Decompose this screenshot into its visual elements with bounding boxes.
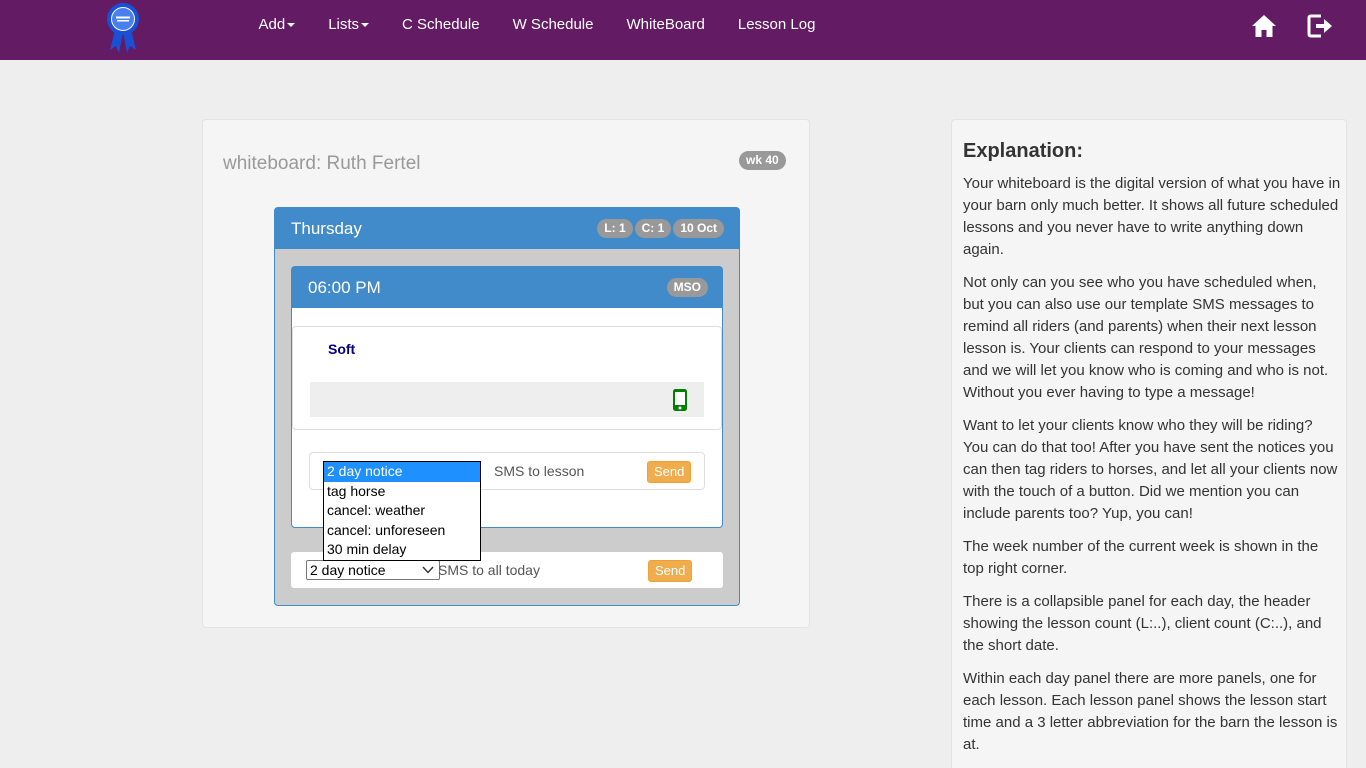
barn-badge: MSO xyxy=(666,278,708,297)
send-all-today-sms-button[interactable]: Send xyxy=(648,560,693,582)
dropdown-option-tag-horse[interactable]: tag horse xyxy=(324,482,480,502)
nav-lists[interactable]: Lists xyxy=(312,0,386,50)
explanation-paragraph: Want to let your clients know who they w… xyxy=(963,417,1338,522)
chevron-down-icon xyxy=(422,566,434,574)
date-badge: 10 Oct xyxy=(673,219,724,238)
explanation-paragraph: Your whiteboard is the digital version o… xyxy=(963,175,1341,258)
rider-status-row xyxy=(310,382,704,417)
nav-add[interactable]: Add xyxy=(242,0,312,50)
rider-box: Soft xyxy=(292,326,722,430)
home-icon[interactable] xyxy=(1251,13,1277,39)
day-panel-header[interactable]: Thursday L: 1 C: 1 10 Oct xyxy=(275,208,739,249)
explanation-panel: Explanation: Your whiteboard is the digi… xyxy=(951,119,1347,768)
ribbon-logo-icon[interactable] xyxy=(104,2,142,54)
day-panel: Thursday L: 1 C: 1 10 Oct 06:00 PM MSO S… xyxy=(274,207,740,606)
nav-lesson-log[interactable]: Lesson Log xyxy=(721,0,832,50)
explanation-body: Your whiteboard is the digital version o… xyxy=(963,173,1341,767)
caret-down-icon xyxy=(287,23,296,28)
day-title: Thursday xyxy=(291,219,362,238)
lesson-count-badge: L: 1 xyxy=(597,219,633,238)
nav-w-schedule[interactable]: W Schedule xyxy=(496,0,610,50)
logout-icon[interactable] xyxy=(1307,13,1333,39)
whiteboard-panel: whiteboard: Ruth Fertel wk 40 Thursday L… xyxy=(202,119,810,628)
mobile-phone-icon[interactable] xyxy=(671,388,689,412)
top-navbar: Add Lists C Schedule W Schedule WhiteBoa… xyxy=(0,0,1366,60)
explanation-paragraph: The week number of the current week is s… xyxy=(963,538,1319,577)
explanation-title: Explanation: xyxy=(963,140,1084,162)
caret-down-icon xyxy=(361,23,370,28)
dropdown-option-30-min-delay[interactable]: 30 min delay xyxy=(324,540,480,560)
all-today-template-select[interactable]: 2 day notice xyxy=(306,560,440,580)
send-lesson-sms-button[interactable]: Send xyxy=(647,461,692,483)
lesson-time: 06:00 PM xyxy=(308,278,381,297)
main-menu: Add Lists C Schedule W Schedule WhiteBoa… xyxy=(242,0,832,50)
page-title: whiteboard: Ruth Fertel xyxy=(223,153,421,174)
client-count-badge: C: 1 xyxy=(634,219,672,238)
explanation-paragraph: Within each day panel there are more pan… xyxy=(963,670,1338,753)
day-badges: L: 1 C: 1 10 Oct xyxy=(597,219,724,238)
nav-whiteboard[interactable]: WhiteBoard xyxy=(610,0,721,50)
dropdown-option-cancel-unforeseen[interactable]: cancel: unforeseen xyxy=(324,521,480,541)
sms-to-all-today-label: SMS to all today xyxy=(438,562,540,578)
week-badge: wk 40 xyxy=(739,151,786,170)
sms-to-lesson-label: SMS to lesson xyxy=(494,463,585,479)
explanation-paragraph: There is a collapsible panel for each da… xyxy=(963,593,1322,654)
dropdown-option-2-day-notice[interactable]: 2 day notice xyxy=(324,462,480,482)
explanation-paragraph: Not only can you see who you have schedu… xyxy=(963,274,1329,401)
dropdown-option-cancel-weather[interactable]: cancel: weather xyxy=(324,501,480,521)
sms-template-dropdown[interactable]: 2 day notice tag horse cancel: weather c… xyxy=(323,461,481,561)
select-value: 2 day notice xyxy=(310,562,386,578)
rider-name: Soft xyxy=(328,341,356,357)
nav-c-schedule[interactable]: C Schedule xyxy=(386,0,497,50)
lesson-panel-header[interactable]: 06:00 PM MSO xyxy=(292,267,722,308)
lesson-panel: 06:00 PM MSO Soft SMS to lesson Send 2 d… xyxy=(291,266,723,561)
